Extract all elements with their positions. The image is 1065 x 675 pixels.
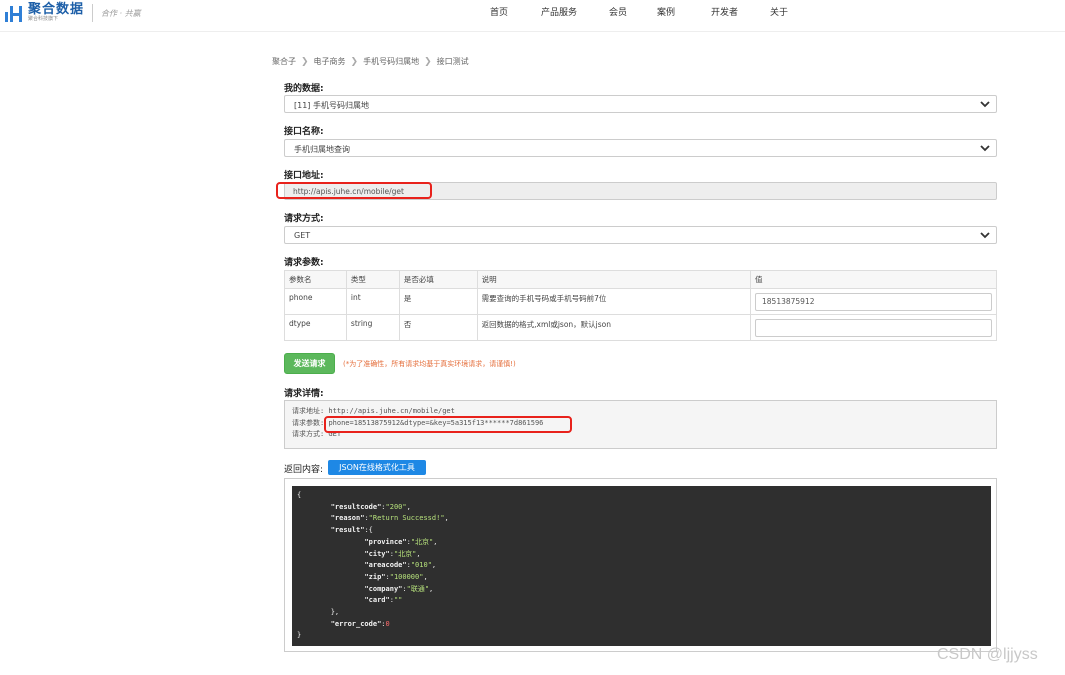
nav-home[interactable]: 首页 (478, 5, 541, 18)
my-data-label: 我的数据: (284, 84, 324, 94)
areacode-value: 010 (415, 561, 428, 570)
logo-icon (4, 3, 24, 23)
json-format-tool-button[interactable]: JSON在线格式化工具 (328, 460, 426, 475)
api-name-value: 手机归属地查询 (294, 145, 350, 154)
breadcrumb-item: 接口测试 (436, 57, 469, 66)
main-nav: 首页 产品服务 会员 案例 开发者 关于 (478, 5, 810, 18)
logo-subtext: 聚合科技旗下 (28, 16, 59, 22)
param-desc: 需要查询的手机号码或手机号码前7位 (476, 288, 752, 315)
nav-cases[interactable]: 案例 (657, 5, 711, 18)
response-code[interactable]: { "resultcode":"200", "reason":"Return S… (292, 486, 991, 646)
api-name-select[interactable]: 手机归属地查询 (284, 139, 997, 157)
reason-value: Return Successd! (372, 514, 441, 523)
watermark: CSDN @ljjyss (937, 646, 1038, 663)
table-row: dtype string 否 返回数据的格式,xml或json，默认json (284, 314, 997, 341)
method-label: 请求方式: (284, 214, 324, 224)
chevron-down-icon (980, 232, 990, 239)
column-header: 是否必填 (398, 270, 478, 289)
param-name: dtype (284, 314, 347, 341)
response-panel: { "resultcode":"200", "reason":"Return S… (284, 478, 997, 652)
param-name: phone (284, 288, 347, 315)
phone-value-input[interactable] (755, 292, 992, 311)
breadcrumb-item[interactable]: 电子商务 (314, 56, 346, 67)
chevron-right-icon: ❯ (301, 56, 309, 67)
column-header: 类型 (345, 270, 400, 289)
api-name-label: 接口名称: (284, 127, 324, 137)
params-table: 参数名 类型 是否必填 说明 值 phone int 是 需要查询的手机号码或手… (284, 270, 997, 341)
logo-divider (92, 4, 94, 22)
my-data-value: [11] 手机号码归属地 (294, 101, 369, 110)
param-type: string (345, 314, 400, 341)
breadcrumb: 聚合子 ❯ 电子商务 ❯ 手机号码归属地 ❯ 接口测试 (272, 56, 469, 67)
table-header-row: 参数名 类型 是否必填 说明 值 (284, 270, 997, 289)
chevron-down-icon (980, 101, 990, 108)
logo-slogan: 合作 · 共赢 (101, 8, 141, 18)
response-label: 返回内容: (284, 465, 324, 475)
breadcrumb-item[interactable]: 手机号码归属地 (363, 56, 419, 67)
column-header: 说明 (476, 270, 752, 289)
breadcrumb-item[interactable]: 聚合子 (272, 56, 296, 67)
column-header: 参数名 (284, 270, 347, 289)
resultcode-value: 200 (389, 502, 403, 511)
my-data-select[interactable]: [11] 手机号码归属地 (284, 95, 997, 113)
detail-params-prefix: 请求参数: (292, 418, 325, 427)
city-value: 北京 (398, 549, 413, 558)
param-value-cell (750, 314, 997, 341)
method-select[interactable]: GET (284, 226, 997, 244)
company-value: 联通 (410, 584, 425, 593)
param-type: int (345, 288, 400, 315)
logo-text: 聚合数据 (28, 2, 85, 17)
table-row: phone int 是 需要查询的手机号码或手机号码前7位 (284, 288, 997, 315)
param-value-cell (750, 288, 997, 315)
api-url-label: 接口地址: (284, 171, 324, 181)
param-required: 是 (398, 288, 478, 315)
send-note: (*为了准确性，所有请求均基于真实环境请求，请谨慎!) (343, 360, 516, 368)
nav-products[interactable]: 产品服务 (541, 5, 607, 18)
chevron-right-icon: ❯ (350, 56, 359, 67)
param-required: 否 (398, 314, 478, 341)
details-label: 请求详情: (284, 389, 324, 399)
send-request-button[interactable]: 发送请求 (284, 353, 335, 374)
chevron-down-icon (980, 145, 990, 152)
method-value: GET (294, 231, 311, 240)
error-code-value: 0 (385, 619, 390, 628)
nav-about[interactable]: 关于 (770, 5, 810, 18)
logo[interactable]: 聚合数据 聚合科技旗下 合作 · 共赢 (4, 3, 141, 23)
top-navbar: 聚合数据 聚合科技旗下 合作 · 共赢 首页 产品服务 会员 案例 开发者 关于 (0, 0, 1065, 32)
chevron-right-icon: ❯ (424, 56, 432, 67)
params-label: 请求参数: (284, 258, 324, 268)
column-header: 值 (750, 270, 997, 289)
zip-value: 100000 (393, 572, 420, 581)
province-value: 北京 (415, 537, 430, 546)
nav-membership[interactable]: 会员 (607, 5, 657, 18)
highlight-box (324, 416, 572, 433)
dtype-value-input[interactable] (755, 318, 992, 337)
nav-developer[interactable]: 开发者 (711, 5, 770, 18)
highlight-box (276, 182, 432, 199)
param-desc: 返回数据的格式,xml或json，默认json (476, 314, 752, 341)
